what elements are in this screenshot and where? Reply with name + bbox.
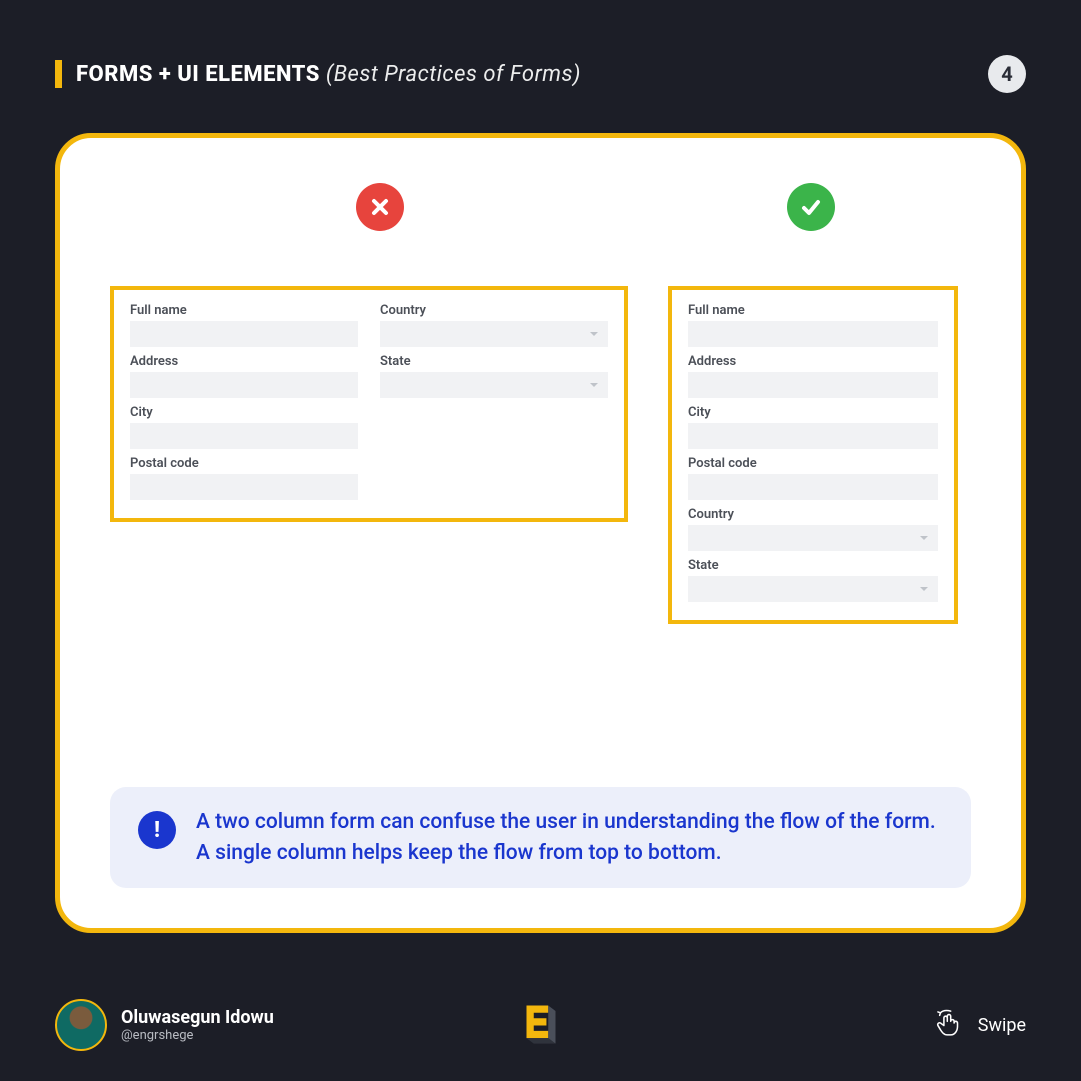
text-input[interactable]: [688, 372, 938, 398]
title-sub: (Best Practices of Forms): [326, 62, 581, 87]
text-input[interactable]: [688, 423, 938, 449]
text-input[interactable]: [130, 474, 358, 500]
field-label: State: [380, 355, 608, 370]
field-group: Address: [688, 355, 938, 398]
field-group: Country: [688, 508, 938, 551]
author: Oluwasegun Idowu @engrshege: [55, 999, 274, 1051]
field-group: Country: [380, 304, 608, 347]
field-label: Address: [130, 355, 358, 370]
logo-icon: [512, 991, 570, 1053]
header: FORMS + UI ELEMENTS (Best Practices of F…: [0, 0, 1081, 93]
field-group: Full name: [130, 304, 358, 347]
field-label: Full name: [688, 304, 938, 319]
field-label: Address: [688, 355, 938, 370]
author-name: Oluwasegun Idowu: [121, 1007, 274, 1028]
select-input[interactable]: [688, 576, 938, 602]
field-group: Postal code: [130, 457, 358, 500]
select-input[interactable]: [380, 372, 608, 398]
field-group: Postal code: [688, 457, 938, 500]
check-icon: [787, 183, 835, 231]
field-label: City: [688, 406, 938, 421]
field-label: Full name: [130, 304, 358, 319]
swipe-label: Swipe: [978, 1015, 1026, 1036]
text-input[interactable]: [130, 423, 358, 449]
field-group: City: [688, 406, 938, 449]
form-bad: Full name Address City Postal code Country S…: [110, 286, 628, 522]
field-label: State: [688, 559, 938, 574]
info-note: ! A two column form can confuse the user…: [110, 787, 971, 888]
field-group: Address: [130, 355, 358, 398]
text-input[interactable]: [688, 321, 938, 347]
header-left: FORMS + UI ELEMENTS (Best Practices of F…: [55, 60, 581, 88]
swipe-hint[interactable]: Swipe: [932, 1006, 1026, 1045]
accent-bar: [55, 60, 62, 88]
field-group: City: [130, 406, 358, 449]
field-label: Postal code: [130, 457, 358, 472]
info-icon: !: [138, 811, 176, 849]
author-handle: @engrshege: [121, 1028, 274, 1043]
select-input[interactable]: [688, 525, 938, 551]
forms-row: Full name Address City Postal code Country S…: [110, 286, 971, 624]
field-label: Country: [688, 508, 938, 523]
text-input[interactable]: [130, 372, 358, 398]
form-good: Full name Address City Postal code Country St…: [668, 286, 958, 624]
status-row: [110, 183, 971, 231]
field-group: State: [380, 355, 608, 398]
text-input[interactable]: [688, 474, 938, 500]
field-group: Full name: [688, 304, 938, 347]
page-number-badge: 4: [988, 55, 1026, 93]
swipe-hand-icon: [932, 1006, 966, 1045]
title-main: FORMS + UI ELEMENTS: [76, 62, 320, 87]
text-input[interactable]: [130, 321, 358, 347]
footer: Oluwasegun Idowu @engrshege Swipe: [0, 999, 1081, 1051]
field-label: Country: [380, 304, 608, 319]
field-label: City: [130, 406, 358, 421]
content-card: Full name Address City Postal code Country S…: [55, 133, 1026, 933]
avatar: [55, 999, 107, 1051]
page-number: 4: [1001, 62, 1012, 86]
field-label: Postal code: [688, 457, 938, 472]
note-text: A two column form can confuse the user i…: [196, 807, 943, 868]
select-input[interactable]: [380, 321, 608, 347]
field-group: State: [688, 559, 938, 602]
page-title: FORMS + UI ELEMENTS (Best Practices of F…: [76, 62, 581, 87]
x-icon: [356, 183, 404, 231]
